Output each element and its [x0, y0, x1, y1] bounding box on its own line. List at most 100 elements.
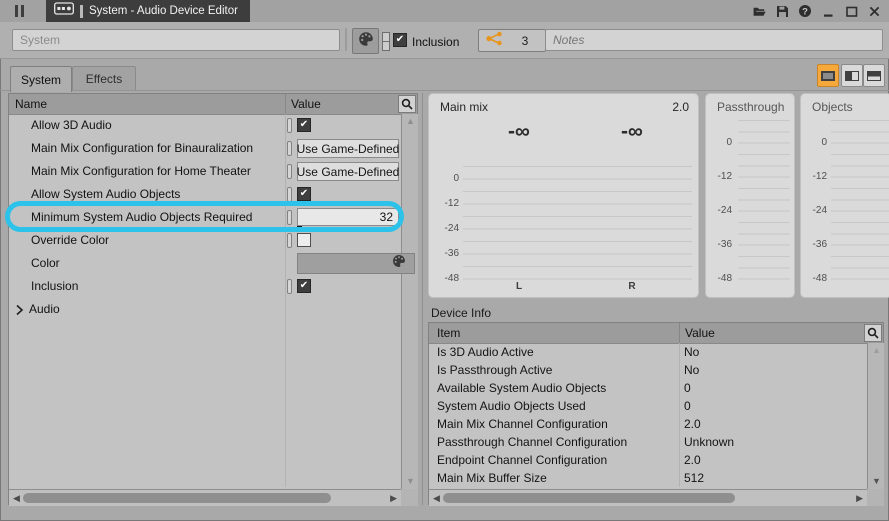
meter-scale-label: -36 [433, 248, 459, 259]
references-button[interactable]: 3 [478, 29, 546, 52]
property-row-audio: Audio [9, 298, 401, 321]
value-splitter-handle[interactable] [287, 164, 292, 179]
meter-scale-label: -12 [433, 198, 459, 209]
info-item-label: Passthrough Channel Configuration [437, 433, 627, 451]
color-swatch-button[interactable] [297, 253, 415, 274]
column-divider[interactable] [679, 323, 680, 343]
device-info-row-available-system-audio-objects[interactable]: Available System Audio Objects0 [429, 379, 867, 397]
property-search-button[interactable] [398, 95, 416, 113]
meter-scale-label: -12 [710, 171, 732, 182]
device-info-row-main-mix-channel-configuration[interactable]: Main Mix Channel Configuration2.0 [429, 415, 867, 433]
notes-input[interactable] [545, 29, 883, 51]
inclusion-label: Inclusion [412, 35, 459, 49]
property-grid-hscrollbar[interactable]: ◀ ▶ [9, 489, 401, 506]
device-info-row-endpoint-channel-configuration[interactable]: Endpoint Channel Configuration2.0 [429, 451, 867, 469]
maximize-icon[interactable] [844, 4, 858, 18]
meter-scale-label: -24 [433, 223, 459, 234]
property-grid-header: Name Value [9, 94, 417, 115]
override-color-checkbox[interactable] [297, 233, 311, 247]
value-splitter-handle[interactable] [287, 279, 292, 294]
info-item-value: 0 [684, 397, 691, 415]
hscroll-thumb[interactable] [23, 493, 331, 503]
property-name: Allow System Audio Objects [31, 183, 180, 206]
device-info-row-system-audio-objects-used[interactable]: System Audio Objects Used0 [429, 397, 867, 415]
objects-gridlines [831, 120, 889, 283]
info-item-label: Endpoint Channel Configuration [437, 451, 607, 469]
device-info-vscrollbar[interactable]: ▲ ▼ [867, 343, 884, 489]
property-row-main-mix-configuration-for-binauralization: Main Mix Configuration for Binauralizati… [9, 137, 401, 160]
audio-device-editor-window: System - Audio Device Editor ? [0, 0, 889, 521]
value-splitter-handle[interactable] [287, 118, 292, 133]
expand-chevron-icon[interactable] [15, 303, 24, 321]
column-name: Name [15, 97, 47, 111]
allow-3d-audio-checkbox[interactable]: ✔ [297, 118, 311, 132]
hscroll-thumb[interactable] [443, 493, 735, 503]
device-info-row-passthrough-channel-configuration[interactable]: Passthrough Channel ConfigurationUnknown [429, 433, 867, 451]
property-grid: Name Value Allow 3D Audio✔Main Mix Confi… [8, 93, 418, 505]
value-splitter-handle[interactable] [287, 210, 292, 225]
inclusion-checkbox[interactable]: ✔ [297, 279, 311, 293]
device-info-row-main-mix-buffer-size[interactable]: Main Mix Buffer Size512 [429, 469, 867, 487]
scroll-left-icon[interactable]: ◀ [433, 494, 440, 503]
close-icon[interactable] [867, 4, 881, 18]
scroll-right-icon[interactable]: ▶ [856, 494, 863, 503]
meter-scale-label: -48 [805, 273, 827, 284]
device-info-header: Item Value [429, 323, 883, 344]
device-info-row-is-passthrough-active[interactable]: Is Passthrough ActiveNo [429, 361, 867, 379]
property-row-inclusion: Inclusion✔ [9, 275, 401, 298]
window-title-tab[interactable]: System - Audio Device Editor [46, 0, 250, 22]
svg-text:?: ? [802, 6, 808, 17]
scroll-up-icon[interactable]: ▲ [406, 117, 415, 126]
main-mix-configuration-for-home-theater-button[interactable]: Use Game-Defined [297, 162, 399, 181]
property-grid-vscrollbar[interactable]: ▲ ▼ [401, 114, 418, 489]
inclusion-checkbox[interactable]: ✔ [393, 33, 407, 47]
meter-scale-label: 0 [433, 173, 459, 184]
scroll-up-icon[interactable]: ▲ [872, 346, 881, 355]
tab-system[interactable]: System [10, 66, 72, 92]
scroll-down-icon[interactable]: ▼ [406, 477, 415, 486]
value-splitter-handle[interactable] [287, 141, 292, 156]
column-item: Item [437, 326, 460, 340]
meter-scale-label: -24 [805, 205, 827, 216]
help-icon[interactable]: ? [798, 4, 812, 18]
save-icon[interactable] [775, 4, 789, 18]
value-splitter-handle[interactable] [287, 233, 292, 248]
objects-title: Objects [812, 100, 853, 114]
property-row-allow-system-audio-objects: Allow System Audio Objects ✔ [9, 183, 401, 206]
scroll-left-icon[interactable]: ◀ [13, 494, 20, 503]
property-row-minimum-system-audio-objects-required: Minimum System Audio Objects Required32 [9, 206, 401, 229]
toolbar-splitter-handle[interactable] [382, 32, 390, 51]
meter-scale-label: -36 [710, 239, 732, 250]
scroll-down-icon[interactable]: ▼ [872, 477, 881, 486]
column-divider[interactable] [285, 94, 286, 114]
minimum-system-audio-objects-required-field[interactable]: 32 [297, 208, 399, 226]
tab-effects[interactable]: Effects [72, 66, 136, 90]
property-row-allow-3d-audio: Allow 3D Audio✔ [9, 114, 401, 137]
window-title: System - Audio Device Editor [89, 5, 238, 17]
view-split-columns-button[interactable] [841, 64, 863, 87]
meter-scale-label: 0 [805, 137, 827, 148]
main-mix-configuration-for-binauralization-button[interactable]: Use Game-Defined [297, 139, 399, 158]
toolbar-separator [345, 28, 347, 51]
device-info-row-is-3d-audio-active[interactable]: Is 3D Audio ActiveNo [429, 343, 867, 361]
value-splitter-handle[interactable] [287, 187, 292, 202]
property-name[interactable]: Audio [29, 298, 60, 321]
toolbar: ✔ Inclusion 3 [0, 22, 889, 59]
view-split-rows-button[interactable] [863, 64, 885, 87]
object-name-input[interactable] [12, 29, 340, 51]
meter-scale-label: -48 [710, 273, 732, 284]
scroll-right-icon[interactable]: ▶ [390, 494, 397, 503]
device-info-hscrollbar[interactable]: ◀ ▶ [429, 489, 867, 506]
info-item-label: Is Passthrough Active [437, 361, 552, 379]
device-info-search-button[interactable] [864, 324, 882, 342]
minimize-icon[interactable] [821, 4, 835, 18]
open-icon[interactable] [752, 4, 766, 18]
color-palette-button[interactable] [352, 28, 379, 54]
dock-grip[interactable] [15, 5, 27, 17]
allow-system-audio-objects-checkbox[interactable]: ✔ [297, 187, 311, 201]
device-info-table: Item Value Is 3D Audio ActiveNoIs Passth… [428, 322, 884, 505]
passthrough-meter-panel: Passthrough 0-12-24-36-48 [705, 93, 795, 298]
view-single-pane-button[interactable] [817, 64, 839, 87]
pane-divider[interactable] [422, 93, 423, 505]
info-item-value: 0 [684, 379, 691, 397]
